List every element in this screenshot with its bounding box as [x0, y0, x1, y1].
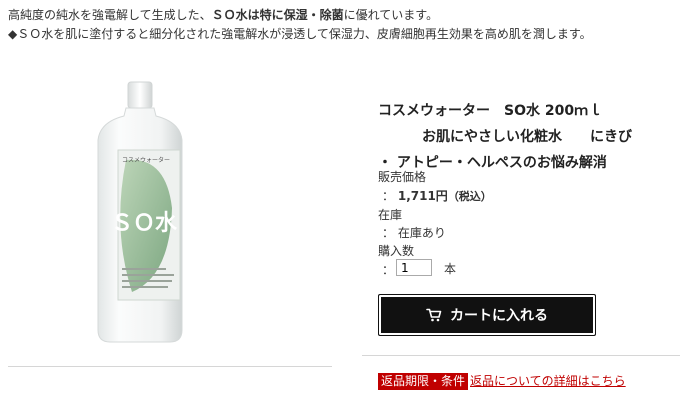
- bottle-mark-text: ＳＯ水: [111, 211, 178, 236]
- return-details-link[interactable]: 返品についての詳細はこちら: [470, 373, 626, 390]
- product-title-line-2: お肌にやさしい化粧水 にきび: [422, 129, 632, 145]
- intro-line-1-start: 高純度の純水を強電解して生成した、: [8, 8, 212, 22]
- price-prefix: ：: [382, 189, 395, 203]
- divider-left: [8, 366, 332, 367]
- quantity-unit: 本: [444, 262, 457, 276]
- stock-value: ： 在庫あり: [382, 226, 446, 240]
- price-value-row: ： 1,711円（税込）: [382, 187, 492, 204]
- intro-line-1-bold: ＳＯ水は特に保湿・除菌: [211, 8, 344, 22]
- stock-label: 在庫: [378, 208, 403, 222]
- price-value: 1,711円: [397, 189, 448, 203]
- intro-line-1: 高純度の純水を強電解して生成した、ＳＯ水は特に保湿・除菌に優れています。: [8, 6, 592, 25]
- add-to-cart-label: カートに入れる: [450, 308, 548, 324]
- cart-icon: [426, 308, 442, 322]
- price-label: 販売価格: [378, 170, 427, 184]
- quantity-input[interactable]: [396, 259, 432, 276]
- intro-line-2: ◆ＳＯ水を肌に塗付すると細分化された強電解水が浸透して保湿力、皮膚細胞再生効果を…: [8, 27, 592, 41]
- price-tax-note: （税込）: [447, 190, 492, 203]
- product-title-line-1: コスメウォーター SO水 200ｍｌ: [378, 103, 603, 119]
- intro-text: 高純度の純水を強電解して生成した、ＳＯ水は特に保湿・除菌に優れています。 ◆ＳＯ…: [8, 6, 592, 44]
- add-to-cart-button[interactable]: カートに入れる: [378, 294, 596, 336]
- quantity-prefix: ：: [382, 263, 395, 277]
- bottle-label-text: コスメウォーター: [122, 156, 170, 164]
- product-image[interactable]: コスメウォーター ＳＯ水: [90, 80, 190, 346]
- product-title: コスメウォーター SO水 200ｍｌ お肌にやさしい化粧水 にきび ・ アトピー…: [378, 98, 658, 176]
- divider-right: [362, 355, 680, 356]
- intro-line-1-end: に優れています。: [343, 8, 439, 22]
- return-policy-badge: 返品期限・条件: [378, 373, 469, 390]
- product-bottle-image: コスメウォーター ＳＯ水: [97, 81, 183, 343]
- quantity-label: 購入数: [378, 244, 415, 258]
